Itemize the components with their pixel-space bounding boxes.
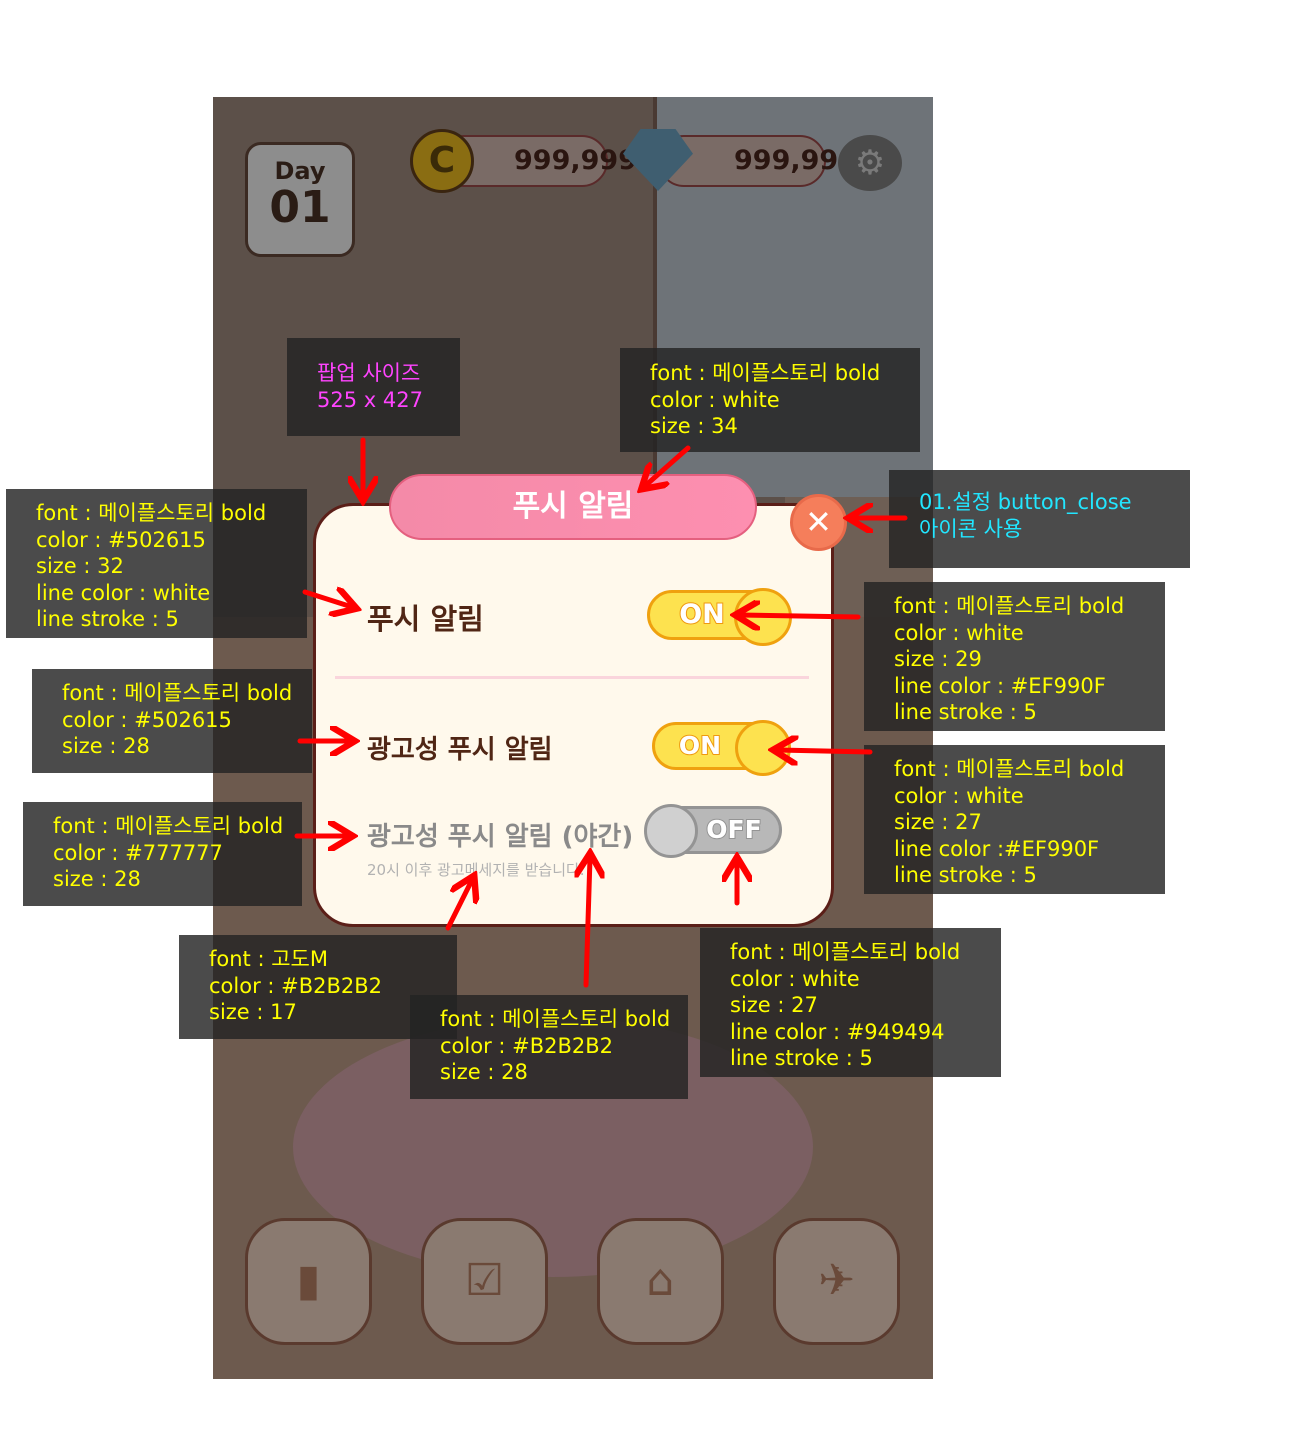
arrow (740, 615, 861, 617)
annotation-arrows (294, 437, 908, 988)
arrow (445, 880, 472, 931)
arrow (302, 592, 352, 607)
arrow (778, 750, 873, 752)
arrow (586, 858, 590, 988)
arrow (645, 445, 691, 486)
